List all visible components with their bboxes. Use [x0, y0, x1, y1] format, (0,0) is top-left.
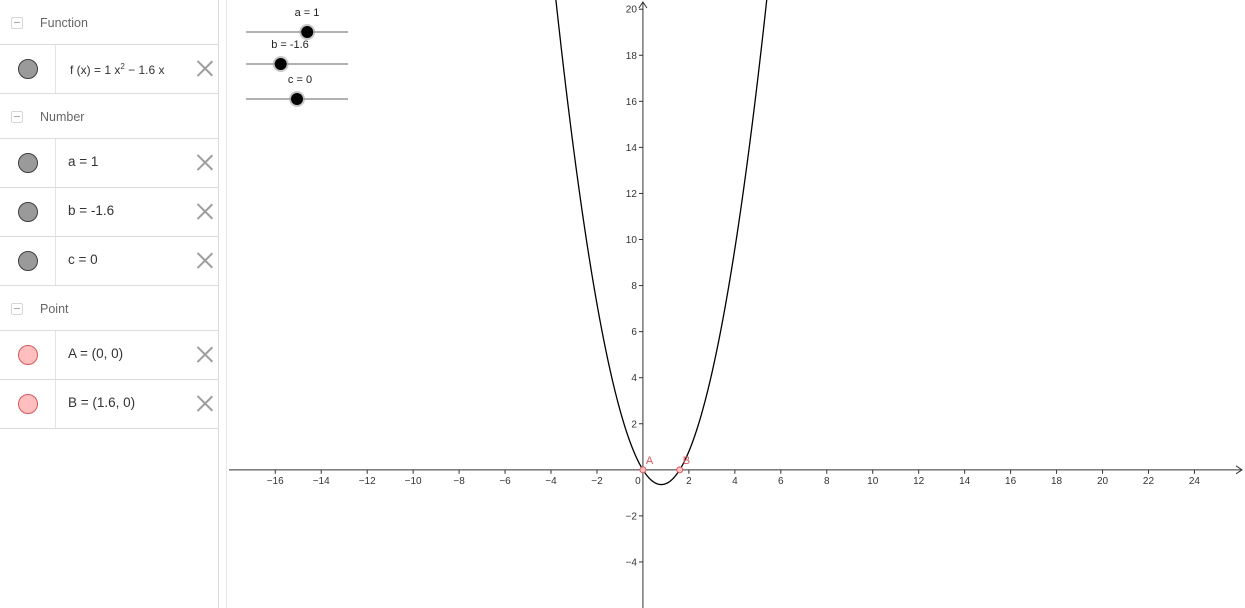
x-tick-label: 22 [1143, 476, 1155, 487]
x-tick-label: 4 [732, 476, 738, 487]
x-tick-label: 18 [1051, 476, 1063, 487]
y-tick-label: 16 [626, 97, 638, 108]
x-tick-label: 20 [1097, 476, 1109, 487]
visibility-marble-icon[interactable] [18, 202, 38, 222]
marble-cell [0, 331, 56, 379]
number-definition[interactable]: b = -1.6 [68, 203, 114, 218]
visibility-marble-icon[interactable] [18, 153, 38, 173]
delete-icon[interactable] [196, 60, 213, 77]
collapse-icon[interactable] [11, 303, 23, 315]
delete-icon[interactable] [196, 395, 213, 412]
group-header-function[interactable]: Function [0, 0, 218, 45]
marble-cell [0, 237, 56, 285]
point-definition[interactable]: B = (1.6, 0) [68, 395, 135, 410]
collapse-icon[interactable] [11, 111, 23, 123]
y-tick-label: 20 [626, 5, 638, 16]
algebra-item-B[interactable]: B = (1.6, 0) [0, 380, 218, 429]
x-tick-label: 12 [913, 476, 925, 487]
y-tick-label: 18 [626, 51, 638, 62]
number-definition[interactable]: a = 1 [68, 154, 98, 169]
x-tick-label: −12 [359, 476, 376, 487]
x-tick-label: 14 [959, 476, 971, 487]
point-A[interactable] [639, 466, 647, 474]
x-tick-label: 8 [824, 476, 830, 487]
algebra-item-f[interactable]: f (x) = 1 x2 − 1.6 x [0, 45, 218, 94]
visibility-marble-icon[interactable] [18, 345, 38, 365]
visibility-marble-icon[interactable] [18, 59, 38, 79]
y-tick-label: 4 [631, 373, 637, 384]
point-label: B [683, 455, 690, 467]
graphics-view[interactable]: −16 −14 −12 −10 −8 −6 −4 −2 0 2 4 6 8 10 12 14 16 18 20 22 2… [227, 0, 1245, 608]
slider-knob[interactable] [291, 93, 303, 105]
y-tick-label: −4 [626, 557, 638, 568]
group-header-number[interactable]: Number [0, 94, 218, 139]
x-tick-label: −4 [545, 476, 557, 487]
collapse-icon[interactable] [11, 17, 23, 29]
group-title: Point [40, 302, 69, 316]
x-tick-label: −16 [267, 476, 284, 487]
group-title: Function [40, 16, 88, 30]
x-tick-label: 6 [778, 476, 784, 487]
x-tick-label: 0 [635, 476, 641, 487]
algebra-view: Function f (x) = 1 x2 − 1.6 x Number a =… [0, 0, 219, 608]
algebra-item-c[interactable]: c = 0 [0, 237, 218, 286]
axes: −16 −14 −12 −10 −8 −6 −4 −2 0 2 4 6 8 10 12 14 16 18 20 22 2… [229, 1, 1243, 608]
marble-cell [0, 45, 56, 93]
slider-knob[interactable] [301, 26, 314, 38]
y-tick-label: 12 [626, 189, 638, 200]
y-tick-label: −2 [626, 511, 638, 522]
x-tick-label: 2 [686, 476, 692, 487]
y-tick-label: 2 [631, 419, 637, 430]
geogebra-app: Function f (x) = 1 x2 − 1.6 x Number a =… [0, 0, 1245, 608]
x-tick-label: −2 [591, 476, 603, 487]
sliders-layer: a = 1 b = -1.6 c = 0 [246, 7, 348, 107]
x-tick-label: −14 [313, 476, 330, 487]
visibility-marble-icon[interactable] [18, 394, 38, 414]
slider-label: a = 1 [295, 7, 320, 19]
x-tick-label: 16 [1005, 476, 1017, 487]
view-splitter[interactable] [219, 0, 227, 608]
function-graph-f[interactable] [551, 0, 771, 486]
marble-cell [0, 139, 56, 187]
algebra-item-A[interactable]: A = (0, 0) [0, 331, 218, 380]
point-definition[interactable]: A = (0, 0) [68, 346, 123, 361]
function-suffix: − 1.6 x [124, 63, 165, 77]
y-tick-label: 8 [631, 281, 637, 292]
slider-label: c = 0 [288, 74, 312, 86]
graphics-canvas[interactable]: −16 −14 −12 −10 −8 −6 −4 −2 0 2 4 6 8 10 12 14 16 18 20 22 2… [227, 0, 1245, 608]
delete-icon[interactable] [196, 203, 213, 220]
function-definition[interactable]: f (x) = 1 x2 − 1.6 x [70, 62, 165, 77]
visibility-marble-icon[interactable] [18, 251, 38, 271]
delete-icon[interactable] [196, 346, 213, 363]
marble-cell [0, 380, 56, 428]
delete-icon[interactable] [196, 252, 213, 269]
group-header-point[interactable]: Point [0, 286, 218, 331]
number-definition[interactable]: c = 0 [68, 252, 98, 267]
point-label: A [646, 455, 654, 467]
function-prefix: f (x) = 1 x [70, 63, 121, 77]
algebra-item-a[interactable]: a = 1 [0, 139, 218, 188]
marble-cell [0, 188, 56, 236]
slider-label: b = -1.6 [271, 39, 309, 51]
y-tick-label: 6 [631, 327, 637, 338]
y-tick-label: 10 [626, 235, 638, 246]
x-tick-label: −6 [499, 476, 511, 487]
algebra-item-b[interactable]: b = -1.6 [0, 188, 218, 237]
x-tick-label: 24 [1189, 476, 1201, 487]
slider-knob[interactable] [274, 58, 287, 70]
y-tick-label: 14 [626, 143, 638, 154]
function-graph-layer [551, 0, 771, 486]
x-tick-label: 10 [867, 476, 879, 487]
point-B[interactable] [676, 466, 684, 474]
x-tick-label: −8 [453, 476, 465, 487]
x-tick-label: −10 [405, 476, 422, 487]
group-title: Number [40, 110, 85, 124]
delete-icon[interactable] [196, 154, 213, 171]
